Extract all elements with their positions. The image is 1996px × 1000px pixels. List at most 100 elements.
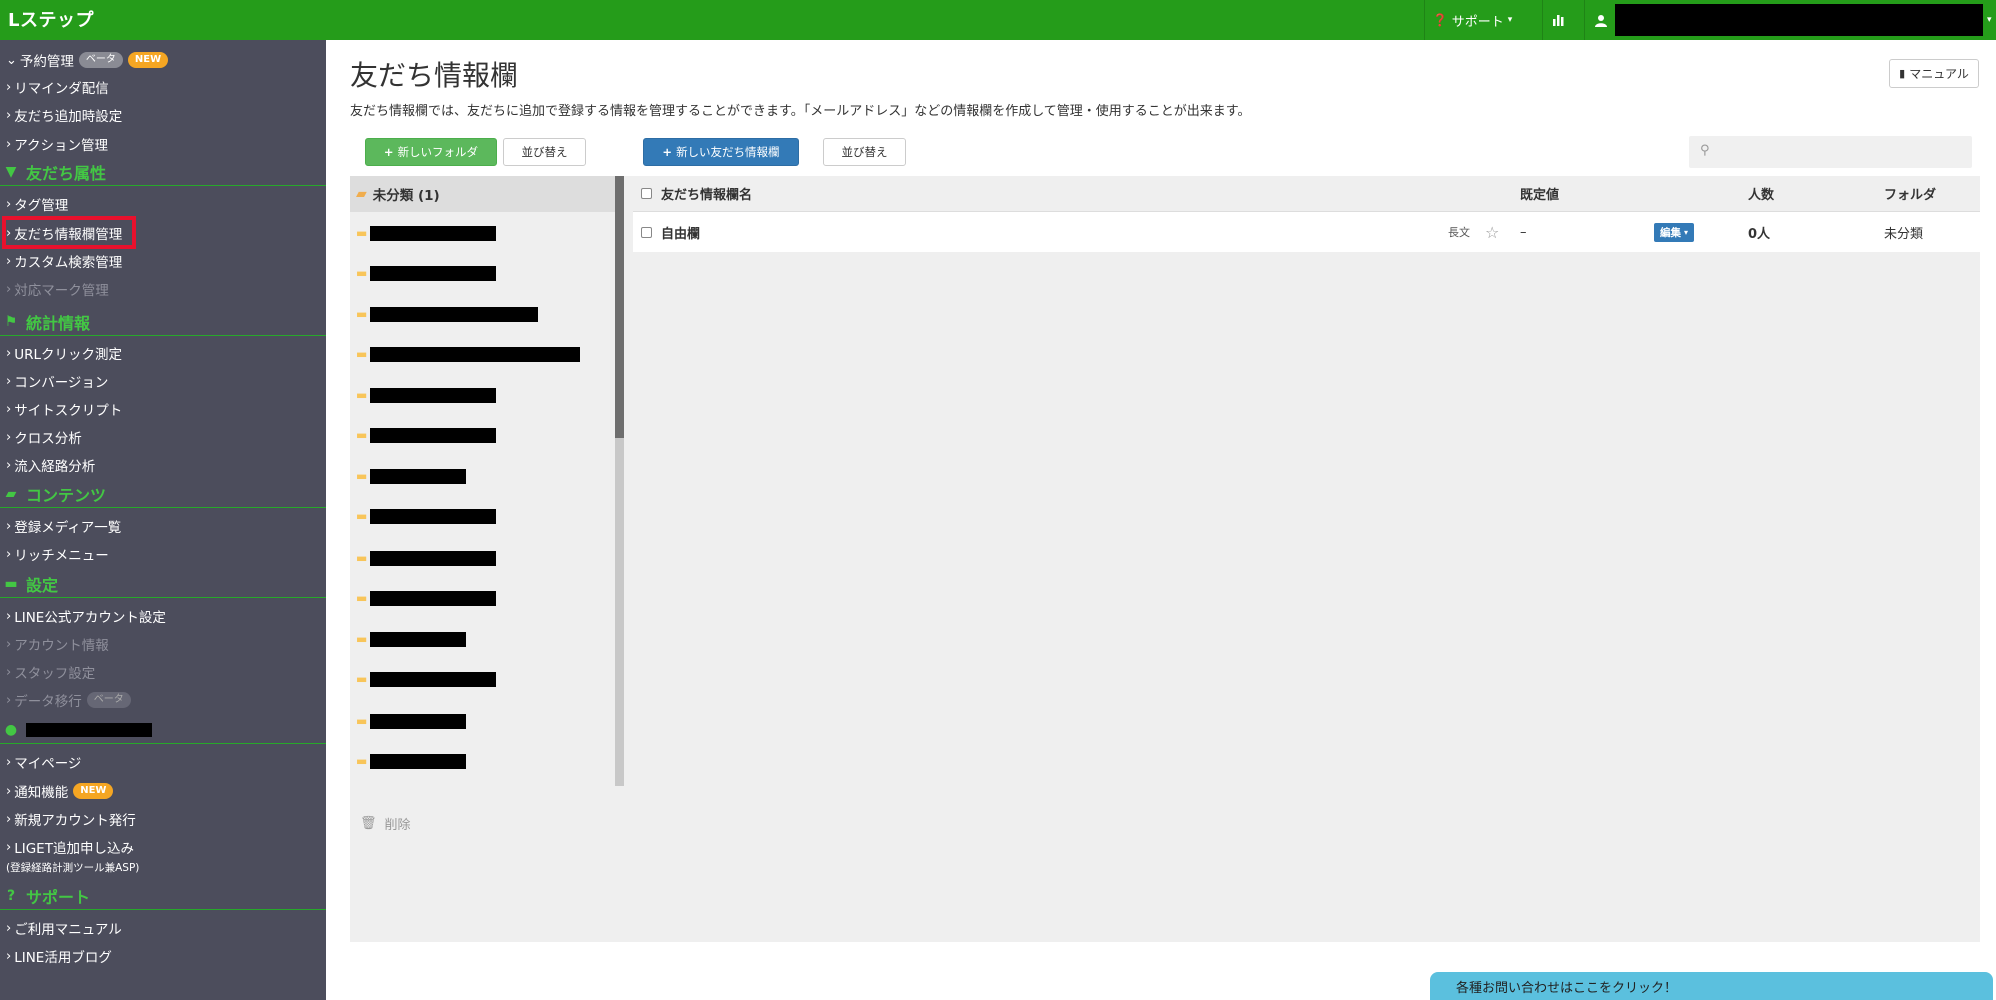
sidebar-item-inflow[interactable]: › 流入経路分析: [6, 454, 95, 476]
folder-item[interactable]: ▬: [356, 548, 496, 568]
sidebar-item-site-script[interactable]: › サイトスクリプト: [6, 398, 122, 420]
sidebar-item-label: サイトスクリプト: [14, 403, 123, 419]
redacted-folder-name: [370, 671, 496, 687]
chevron-right-icon: ›: [6, 457, 12, 473]
edit-dropdown-button[interactable]: 編集 ▾: [1654, 212, 1695, 252]
new-folder-button-label: 新しいフォルダ: [397, 145, 479, 159]
redacted-folder-name: [370, 306, 538, 322]
delete-folder-button[interactable]: 🗑 削除: [360, 814, 411, 833]
sidebar-item-label: 友だち情報欄管理: [14, 227, 123, 243]
help-circle-icon: ❓: [1432, 13, 1448, 27]
app-logo[interactable]: Lステップ: [8, 6, 94, 32]
stats-button[interactable]: [1542, 0, 1574, 40]
folder-item[interactable]: ▬: [356, 669, 496, 689]
new-folder-button[interactable]: + 新しいフォルダ: [365, 138, 497, 166]
sidebar-item-data-migration[interactable]: › データ移行 ベータ: [6, 689, 131, 711]
sidebar-item-label: LIGET追加申し込み: [14, 841, 134, 857]
sidebar-item-reminder[interactable]: › リマインダ配信: [6, 76, 109, 98]
sidebar-item-action[interactable]: › アクション管理: [6, 133, 108, 155]
comment-icon: ▬: [4, 575, 18, 592]
row-checkbox[interactable]: [641, 212, 652, 252]
folder-item[interactable]: ▬: [356, 304, 538, 324]
chevron-right-icon: ›: [6, 783, 12, 799]
sort-folders-button[interactable]: 並び替え: [503, 138, 586, 166]
section-statistics: ⚑ 統計情報: [0, 308, 326, 336]
folder-item[interactable]: ▬: [356, 223, 496, 243]
folder-icon: ▬: [356, 551, 368, 565]
sidebar-item-url-click[interactable]: › URLクリック測定: [6, 342, 122, 364]
scrollbar-thumb[interactable]: [615, 176, 624, 438]
redacted-folder-name: [370, 508, 496, 524]
redacted-folder-name: [370, 468, 466, 484]
support-menu[interactable]: ❓ サポート ▾: [1424, 0, 1520, 40]
section-title: 統計情報: [26, 313, 91, 333]
sidebar-item-liget[interactable]: › LIGET追加申し込み: [6, 836, 134, 858]
section-title: 友だち属性: [26, 163, 107, 183]
folder-item[interactable]: ▬: [356, 425, 496, 445]
folder-icon: ▬: [356, 469, 368, 483]
sidebar-item-friend-info[interactable]: › 友だち情報欄管理: [6, 222, 122, 244]
sidebar-item-media[interactable]: › 登録メディア一覧: [6, 515, 121, 537]
select-all-checkbox[interactable]: [641, 176, 652, 211]
star-icon[interactable]: ☆: [1485, 212, 1499, 252]
bar-chart-icon: [1553, 15, 1564, 26]
sidebar-item-reservation[interactable]: ⌄ 予約管理 ベータ NEW: [6, 49, 169, 71]
table-header: 友だち情報欄名 既定値 人数 フォルダ: [633, 176, 1980, 212]
sidebar-item-notifications[interactable]: › 通知機能 NEW: [6, 780, 114, 802]
sidebar-item-marks[interactable]: › 対応マーク管理: [6, 278, 109, 300]
folder-item[interactable]: ▬: [356, 711, 466, 731]
search-input[interactable]: ⚲: [1689, 136, 1972, 168]
folder-icon: ▬: [356, 509, 368, 523]
chevron-right-icon: ›: [6, 253, 12, 269]
redacted-folder-name: [370, 387, 496, 403]
folder-icon: ▬: [356, 754, 368, 768]
column-header-folder[interactable]: フォルダ: [1884, 176, 1936, 211]
column-header-default[interactable]: 既定値: [1520, 176, 1559, 211]
sidebar-item-rich-menu[interactable]: › リッチメニュー: [6, 543, 109, 565]
folder-item[interactable]: ▬: [356, 629, 466, 649]
sidebar-item-cross-analysis[interactable]: › クロス分析: [6, 426, 82, 448]
row-name[interactable]: 自由欄: [661, 212, 700, 252]
chevron-down-icon: ▾: [1987, 15, 1992, 25]
section-friend-attributes: ▼ 友だち属性: [0, 158, 326, 186]
chevron-right-icon: ›: [6, 345, 12, 361]
folder-item[interactable]: ▬: [356, 263, 496, 283]
sidebar-item-account-info[interactable]: › アカウント情報: [6, 633, 109, 655]
sidebar-item-blog[interactable]: › LINE活用ブログ: [6, 945, 112, 967]
sidebar-item-staff[interactable]: › スタッフ設定: [6, 661, 95, 683]
beta-badge: ベータ: [86, 692, 131, 708]
sidebar-item-label: カスタム検索管理: [14, 255, 123, 271]
column-header-count[interactable]: 人数: [1748, 176, 1774, 211]
folder-item[interactable]: ▬: [356, 466, 466, 486]
folder-unclassified[interactable]: ▰ 未分類 (1): [350, 176, 615, 212]
folder-item[interactable]: ▬: [356, 385, 496, 405]
sidebar-item-new-account[interactable]: › 新規アカウント発行: [6, 808, 136, 830]
sidebar: ⌄ 予約管理 ベータ NEW › リマインダ配信 › 友だち追加時設定 › アクション…: [0, 40, 326, 1000]
chevron-right-icon: ›: [6, 107, 12, 123]
new-badge: NEW: [73, 783, 114, 799]
sidebar-item-conversion[interactable]: › コンバージョン: [6, 370, 108, 392]
manual-button[interactable]: ▮ マニュアル: [1889, 59, 1979, 88]
user-menu[interactable]: ▾: [1584, 0, 1996, 40]
contact-button[interactable]: 各種お問い合わせはここをクリック！: [1430, 972, 1993, 1000]
folder-scrollbar[interactable]: [615, 176, 624, 786]
folder-item[interactable]: ▬: [356, 506, 496, 526]
sidebar-item-custom-search[interactable]: › カスタム検索管理: [6, 250, 122, 272]
column-header-name[interactable]: 友だち情報欄名: [661, 176, 752, 211]
sidebar-item-mypage[interactable]: › マイページ: [6, 751, 81, 773]
sidebar-item-tags[interactable]: › タグ管理: [6, 193, 68, 215]
sort-fields-button[interactable]: 並び替え: [823, 138, 906, 166]
sidebar-item-friend-add[interactable]: › 友だち追加時設定: [6, 104, 122, 126]
folder-unclassified-label: 未分類 (1): [372, 188, 440, 204]
folder-item[interactable]: ▬: [356, 588, 496, 608]
page-title: 友だち情報欄: [350, 59, 519, 92]
chevron-right-icon: ›: [6, 225, 12, 241]
sidebar-item-label: タグ管理: [14, 198, 69, 214]
new-friend-info-button[interactable]: + 新しい友だち情報欄: [643, 138, 799, 166]
user-icon: [1595, 14, 1607, 27]
sidebar-item-line-account[interactable]: › LINE公式アカウント設定: [6, 605, 166, 627]
sidebar-item-manual[interactable]: › ご利用マニュアル: [6, 917, 122, 939]
folder-item[interactable]: ▬: [356, 751, 466, 771]
user-icon: ●: [4, 721, 18, 738]
folder-item[interactable]: ▬: [356, 344, 580, 364]
